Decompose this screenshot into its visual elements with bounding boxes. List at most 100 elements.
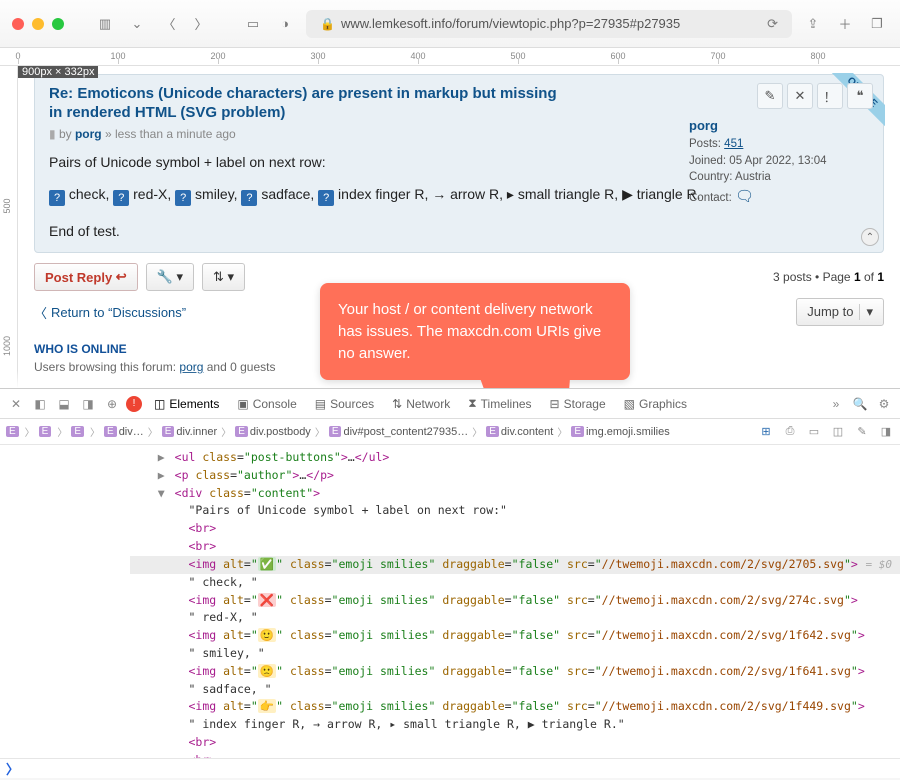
breadcrumb-item[interactable]: Ediv.postbody — [233, 426, 313, 438]
annotation-callout: Your host / or content delivery network … — [320, 283, 630, 380]
scroll-top-button[interactable]: ⌃ — [861, 228, 879, 246]
post-title[interactable]: Re: Emoticons (Unicode characters) are p… — [49, 85, 569, 123]
chevron-down-icon[interactable]: ⌄ — [126, 13, 148, 35]
breadcrumb-item[interactable]: E — [4, 426, 23, 437]
devtools-tab-graphics[interactable]: ▧Graphics — [616, 392, 695, 415]
overflow-icon[interactable]: » — [826, 394, 846, 414]
contact-icon[interactable]: 🗨 — [735, 186, 754, 208]
shield-icon[interactable]: ◑ — [274, 13, 296, 35]
breadcrumb-item[interactable]: E — [37, 426, 56, 437]
dom-tree-line[interactable]: ▼ <div class="content"> — [130, 485, 900, 503]
ruler-horizontal: 0100200300400500600700800 — [0, 48, 900, 66]
search-icon[interactable]: 🔍 — [850, 394, 870, 414]
devtools-tab-timelines[interactable]: ⧗Timelines — [460, 392, 539, 415]
author-link[interactable]: porg — [75, 127, 102, 141]
dom-tree-line[interactable]: " red-X, " — [130, 609, 900, 627]
devtools-tab-storage[interactable]: ⊟Storage — [542, 392, 614, 415]
dimensions-label: 900px × 332px — [18, 66, 98, 78]
dom-tree-line[interactable]: " smiley, " — [130, 645, 900, 663]
dom-tree-line[interactable]: "Pairs of Unicode symbol + label on next… — [130, 502, 900, 520]
dom-tree-line[interactable]: <img alt="❌" class="emoji smilies" dragg… — [130, 592, 900, 610]
breadcrumb-item[interactable]: Ediv.content — [484, 426, 555, 438]
crumb-tool-2[interactable]: ◫ — [828, 422, 848, 442]
sidebar-icon[interactable]: ▥ — [94, 13, 116, 35]
missing-emoji-icon: ? — [318, 190, 334, 206]
breadcrumb-item[interactable]: Ediv#post_content27935… — [327, 426, 470, 438]
reload-icon[interactable]: ⟳ — [767, 16, 778, 32]
dom-tree-line[interactable]: " index finger R, → arrow R, ▸ small tri… — [130, 716, 900, 734]
post-reply-button[interactable]: Post Reply ↩ — [34, 263, 138, 291]
user-name[interactable]: porg — [689, 117, 869, 136]
dock-bottom-icon[interactable]: ⬓ — [54, 394, 74, 414]
dom-tree-line[interactable]: <img alt="✅" class="emoji smilies" dragg… — [130, 556, 900, 574]
breadcrumb-item[interactable]: Ediv… — [102, 426, 146, 438]
quote-button[interactable]: ❝ — [847, 83, 873, 109]
dom-tree-line[interactable]: <br> — [130, 538, 900, 556]
dom-tree-line[interactable]: <br> — [130, 520, 900, 538]
new-tab-button[interactable]: ＋ — [834, 13, 856, 35]
devtools-tab-sources[interactable]: ▤Sources — [307, 392, 382, 415]
dom-tree-line[interactable]: ▶ <p class="author">…</p> — [130, 467, 900, 485]
dom-tree-line[interactable]: " sadface, " — [130, 681, 900, 699]
user-info-box: porg Posts: 451 Joined: 05 Apr 2022, 13:… — [689, 117, 869, 208]
dom-tree-line[interactable]: <img alt="🙁" class="emoji smilies" dragg… — [130, 663, 900, 681]
ruler-vertical: 5001000 — [0, 66, 18, 388]
print-icon[interactable]: ⎙ — [780, 422, 800, 442]
devtools-dom-tree[interactable]: ▶ <ul class="post-buttons">…</ul> ▶ <p c… — [0, 445, 900, 758]
breadcrumb-item[interactable]: Ediv.inner — [160, 426, 219, 438]
share-icon[interactable]: ⇪ — [802, 13, 824, 35]
devtools-tab-elements[interactable]: ◫Elements — [146, 392, 227, 415]
window-controls[interactable] — [12, 18, 64, 30]
devtools-console-footer[interactable]: 〉 — [0, 758, 900, 778]
devtools-tab-console[interactable]: ▣Console — [229, 392, 304, 415]
minimize-window-button[interactable] — [32, 18, 44, 30]
brush-icon[interactable]: ✎ — [852, 422, 872, 442]
forward-button[interactable]: 〉 — [190, 13, 212, 35]
delete-button[interactable]: ✕ — [787, 83, 813, 109]
close-window-button[interactable] — [12, 18, 24, 30]
zoom-window-button[interactable] — [52, 18, 64, 30]
browser-toolbar: ▥ ⌄ 〈 〉 ▭ ◑ 🔒 www.lemkesoft.info/forum/v… — [0, 0, 900, 48]
target-icon[interactable]: ⊕ — [102, 394, 122, 414]
post-end: End of test. — [49, 220, 869, 242]
inspect-icon[interactable]: ▭ — [242, 13, 264, 35]
missing-emoji-icon: ? — [113, 190, 129, 206]
breadcrumb-item[interactable]: Eimg.emoji.smilies — [569, 426, 671, 438]
pagination-info: 3 posts • Page 1 of 1 — [773, 270, 884, 284]
missing-emoji-icon: ? — [49, 190, 65, 206]
chevron-left-icon: 〈 — [34, 303, 47, 322]
post-action-buttons: ✎ ✕ ！ ❝ — [757, 83, 873, 109]
settings-icon[interactable]: ⚙ — [874, 394, 894, 414]
return-link[interactable]: 〈Return to “Discussions” — [34, 303, 186, 322]
devtools-breadcrumbs[interactable]: E〉E〉E〉Ediv…〉Ediv.inner〉Ediv.postbody〉Edi… — [0, 419, 900, 445]
breadcrumb-item[interactable]: E — [69, 426, 88, 437]
report-button[interactable]: ！ — [817, 83, 843, 109]
devtools-panel: ✕ ◧ ⬓ ◨ ⊕ ! ◫Elements▣Console▤Sources⇅Ne… — [0, 388, 900, 778]
dom-tree-line[interactable]: ▶ <ul class="post-buttons">…</ul> — [130, 449, 900, 467]
device-icon[interactable]: ▭ — [804, 422, 824, 442]
user-posts-link[interactable]: 451 — [724, 138, 743, 150]
dom-tree-line[interactable]: " check, " — [130, 574, 900, 592]
sort-button[interactable]: ⇅ ▾ — [202, 263, 245, 291]
tabs-icon[interactable]: ❐ — [866, 13, 888, 35]
jump-to-button[interactable]: Jump to▾ — [796, 298, 884, 326]
dom-tree-line[interactable]: <br> — [130, 752, 900, 758]
edit-button[interactable]: ✎ — [757, 83, 783, 109]
dom-tree-line[interactable]: <img alt="👉" class="emoji smilies" dragg… — [130, 698, 900, 716]
panel-right-icon[interactable]: ◨ — [876, 422, 896, 442]
close-devtools-icon[interactable]: ✕ — [6, 394, 26, 414]
devtools-tabbar: ✕ ◧ ⬓ ◨ ⊕ ! ◫Elements▣Console▤Sources⇅Ne… — [0, 389, 900, 419]
back-button[interactable]: 〈 — [158, 13, 180, 35]
topic-tools-button[interactable]: 🔧 ▾ — [146, 263, 194, 291]
missing-emoji-icon: ? — [241, 190, 257, 206]
lock-icon: 🔒 — [320, 17, 335, 31]
dock-right-icon[interactable]: ◨ — [78, 394, 98, 414]
devtools-tab-network[interactable]: ⇅Network — [384, 392, 458, 415]
dock-left-icon[interactable]: ◧ — [30, 394, 50, 414]
dom-tree-line[interactable]: <img alt="🙂" class="emoji smilies" dragg… — [130, 627, 900, 645]
error-badge-icon[interactable]: ! — [126, 396, 142, 412]
url-text: www.lemkesoft.info/forum/viewtopic.php?p… — [341, 16, 680, 31]
crumb-tool-1[interactable]: ⊞ — [756, 422, 776, 442]
dom-tree-line[interactable]: <br> — [130, 734, 900, 752]
address-bar[interactable]: 🔒 www.lemkesoft.info/forum/viewtopic.php… — [306, 10, 792, 38]
